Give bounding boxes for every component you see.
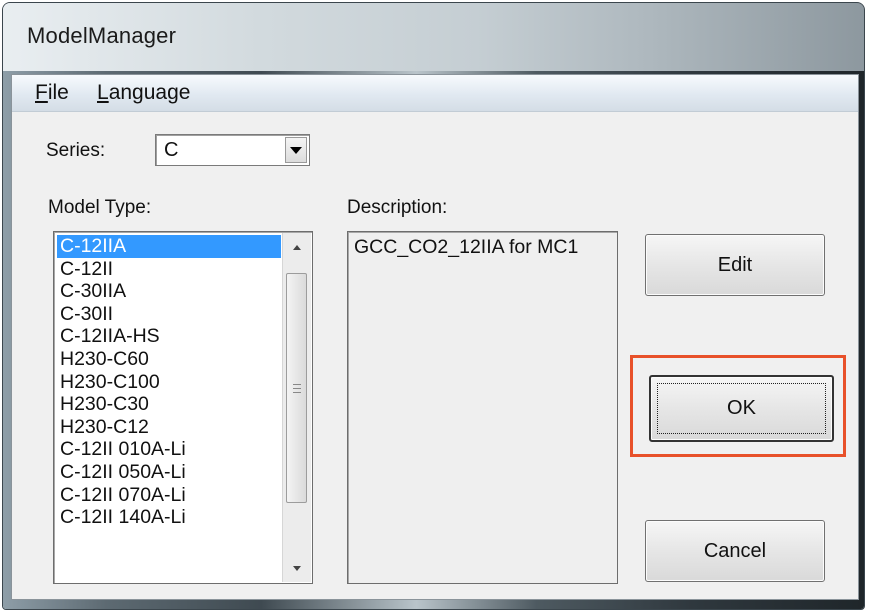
scroll-down-button[interactable] <box>283 554 311 582</box>
menu-file[interactable]: File <box>35 81 69 105</box>
list-item[interactable]: C-12IIA <box>57 235 281 258</box>
menu-file-label: ile <box>47 81 69 104</box>
window-client-area: File Language Series: C Model Type: Desc… <box>11 74 859 600</box>
model-type-items: C-12IIA C-12II C-30IIA C-30II C-12IIA-HS… <box>57 235 281 529</box>
arrow-up-icon <box>293 244 301 250</box>
list-item[interactable]: C-12IIA-HS <box>57 325 281 348</box>
description-box: GCC_CO2_12IIA for MC1 <box>347 231 618 584</box>
edit-button-label: Edit <box>717 253 753 276</box>
cancel-button-label: Cancel <box>703 539 767 562</box>
model-type-label: Model Type: <box>48 197 152 218</box>
list-scrollbar[interactable] <box>282 233 311 582</box>
menu-language-mnemonic: L <box>97 81 109 104</box>
list-item[interactable]: C-12II 010A-Li <box>57 438 281 461</box>
list-item[interactable]: C-12II 070A-Li <box>57 484 281 507</box>
title-bar[interactable]: ModelManager <box>3 3 864 71</box>
model-manager-window: ModelManager File Language Series: C Mod… <box>3 3 864 609</box>
menu-bar: File Language <box>12 75 858 112</box>
scroll-up-button[interactable] <box>283 233 311 261</box>
series-value: C <box>164 139 179 161</box>
arrow-down-icon <box>293 565 301 571</box>
series-dropdown-button[interactable] <box>285 137 307 163</box>
menu-language[interactable]: Language <box>97 81 190 105</box>
window-title: ModelManager <box>27 23 177 48</box>
series-label: Series: <box>46 140 106 161</box>
model-type-listbox[interactable]: C-12IIA C-12II C-30IIA C-30II C-12IIA-HS… <box>53 231 313 584</box>
list-item[interactable]: C-30IIA <box>57 280 281 303</box>
list-item[interactable]: H230-C12 <box>57 416 281 439</box>
list-item[interactable]: C-12II 050A-Li <box>57 461 281 484</box>
menu-language-label: anguage <box>108 81 191 104</box>
series-select[interactable]: C <box>155 134 310 166</box>
list-item[interactable]: C-30II <box>57 303 281 326</box>
highlight-box <box>630 355 846 457</box>
description-label: Description: <box>347 197 448 218</box>
grip-icon <box>292 383 301 393</box>
list-item[interactable]: C-12II 140A-Li <box>57 506 281 529</box>
cancel-button[interactable]: Cancel <box>645 520 825 582</box>
list-item[interactable]: H230-C30 <box>57 393 281 416</box>
list-item[interactable]: C-12II <box>57 258 281 281</box>
chevron-down-icon <box>290 146 302 154</box>
scroll-thumb[interactable] <box>286 273 307 503</box>
edit-button[interactable]: Edit <box>645 234 825 296</box>
list-item[interactable]: H230-C60 <box>57 348 281 371</box>
menu-file-mnemonic: F <box>35 81 48 104</box>
list-item[interactable]: H230-C100 <box>57 371 281 394</box>
description-text: GCC_CO2_12IIA for MC1 <box>354 236 579 258</box>
